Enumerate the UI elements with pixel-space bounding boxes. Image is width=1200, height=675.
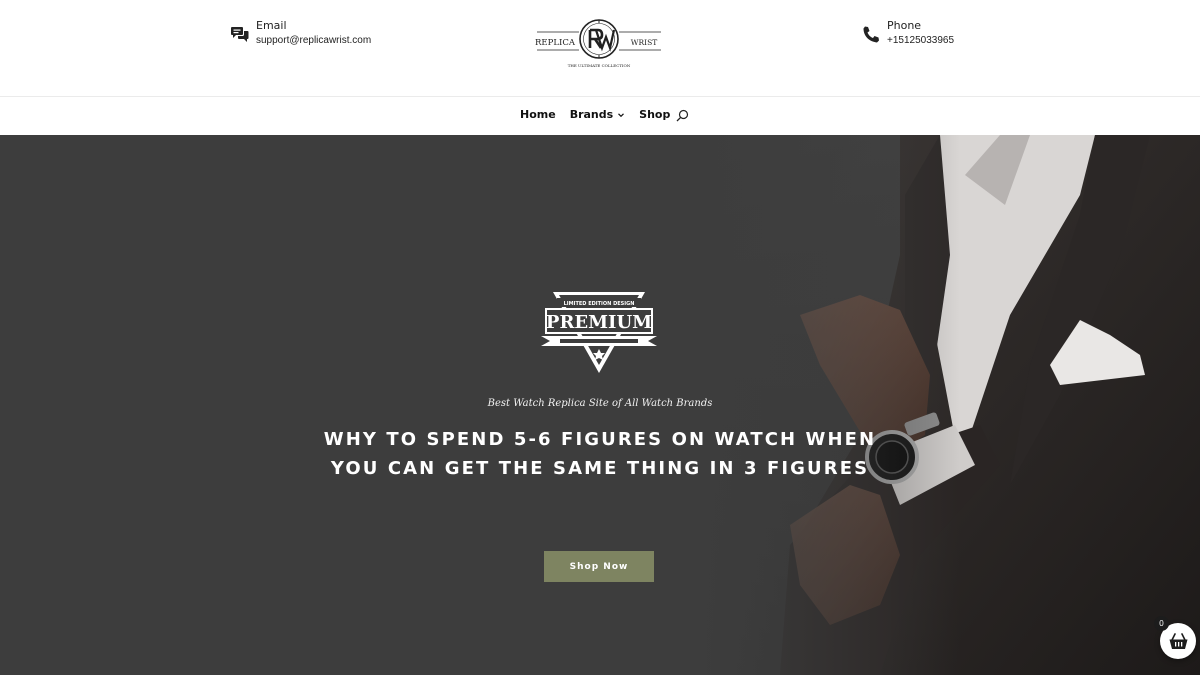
logo-right-text: WRIST [631, 38, 657, 47]
phone-icon [863, 26, 879, 43]
nav-brands-label: Brands [569, 108, 614, 121]
hero-tagline: Best Watch Replica Site of All Watch Bra… [487, 398, 713, 409]
logo-tagline: THE ULTIMATE COLLECTION [568, 63, 631, 68]
chevron-down-icon [618, 113, 625, 118]
email-contact[interactable]: Email support@replicawrist.com [231, 18, 371, 48]
email-label: Email [256, 19, 287, 32]
hero-headline-line-2: YOU CAN GET THE SAME THING IN 3 FIGURES [330, 458, 870, 479]
email-text: Email support@replicawrist.com [256, 18, 371, 48]
nav-brands[interactable]: Brands [570, 108, 625, 122]
hero-headline-line-1: WHY TO SPEND 5-6 FIGURES ON WATCH WHEN [323, 429, 877, 450]
chat-bubbles-icon [231, 27, 249, 42]
nav-menu: Home Brands Shop [520, 108, 689, 122]
phone-label: Phone [887, 19, 922, 32]
nav-home[interactable]: Home [520, 108, 556, 122]
hero-headline: WHY TO SPEND 5-6 FIGURES ON WATCH WHEN Y… [300, 425, 900, 483]
badge-main-text: PREMIUM [546, 312, 652, 333]
email-value[interactable]: support@replicawrist.com [256, 34, 371, 48]
phone-contact[interactable]: Phone +15125033965 [862, 18, 954, 48]
premium-badge: LIMITED EDITION DESIGN PREMIUM [541, 292, 657, 373]
phone-value[interactable]: +15125033965 [887, 34, 954, 48]
badge-top-text: LIMITED EDITION DESIGN [564, 301, 635, 307]
main-navigation: Home Brands Shop [0, 97, 1200, 135]
top-header: Email support@replicawrist.com REPLICA W… [0, 0, 1200, 97]
search-icon[interactable] [676, 109, 689, 122]
basket-icon [1169, 632, 1187, 649]
logo-left-text: REPLICA [535, 38, 576, 48]
hero-banner: LIMITED EDITION DESIGN PREMIUM Best Watc… [0, 135, 1200, 675]
replica-wrist-logo[interactable]: REPLICA WRIST THE ULTIMATE COLLECTION [535, 17, 663, 73]
phone-text: Phone +15125033965 [887, 18, 954, 48]
shop-now-button[interactable]: Shop Now [544, 551, 654, 582]
cart-count-badge: 0 [1154, 616, 1169, 631]
nav-shop[interactable]: Shop [639, 108, 670, 122]
